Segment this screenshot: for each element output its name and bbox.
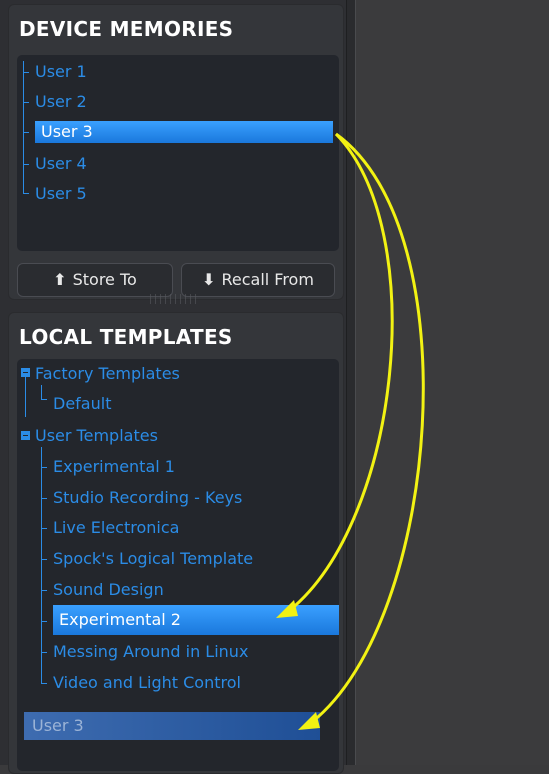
template-experimental-1[interactable]: Experimental 1 [53, 456, 175, 478]
template-sound-design[interactable]: Sound Design [53, 579, 164, 601]
local-templates-list[interactable]: Factory Templates Default User Templates… [17, 359, 339, 771]
tree-branch [23, 193, 29, 194]
template-messing-around-linux[interactable]: Messing Around in Linux [53, 641, 248, 663]
factory-templates-group[interactable]: Factory Templates [35, 363, 180, 385]
local-templates-panel: LOCAL TEMPLATES Factory Templates Defaul… [8, 312, 344, 774]
local-templates-title: LOCAL TEMPLATES [19, 325, 233, 349]
pane-splitter[interactable] [346, 0, 356, 765]
tree-branch [23, 102, 29, 103]
tree-line [41, 385, 42, 399]
store-to-label: Store To [72, 270, 137, 289]
resize-grip[interactable] [150, 294, 196, 304]
memory-item-user-4[interactable]: User 4 [35, 153, 87, 175]
template-live-electronica[interactable]: Live Electronica [53, 517, 179, 539]
recall-from-button[interactable]: ⬇ Recall From [181, 263, 335, 297]
template-video-light-control[interactable]: Video and Light Control [53, 672, 241, 694]
tree-branch [23, 164, 29, 165]
tree-line [41, 447, 42, 683]
right-pane [356, 0, 549, 765]
template-studio-recording[interactable]: Studio Recording - Keys [53, 487, 242, 509]
arrow-down-icon: ⬇ [202, 270, 216, 289]
arrow-up-icon: ⬆ [53, 270, 67, 289]
tree-branch [41, 590, 47, 591]
collapse-icon[interactable] [21, 368, 30, 377]
tree-branch [23, 72, 29, 73]
memory-item-user-2[interactable]: User 2 [35, 91, 87, 113]
tree-branch [41, 528, 47, 529]
tree-branch [41, 559, 47, 560]
tree-branch [41, 621, 47, 622]
collapse-icon[interactable] [21, 431, 30, 440]
store-to-button[interactable]: ⬆ Store To [17, 263, 173, 297]
tree-line [23, 61, 24, 193]
recall-from-label: Recall From [221, 270, 314, 289]
memory-item-user-1[interactable]: User 1 [35, 61, 87, 83]
tree-branch [41, 652, 47, 653]
tree-branch [41, 498, 47, 499]
template-spocks-logical[interactable]: Spock's Logical Template [53, 548, 253, 570]
tree-branch [41, 683, 47, 684]
user-templates-group[interactable]: User Templates [35, 425, 158, 447]
template-experimental-2[interactable]: Experimental 2 [53, 605, 339, 635]
template-default[interactable]: Default [53, 393, 111, 415]
tree-branch [23, 132, 29, 133]
memory-item-user-5[interactable]: User 5 [35, 183, 87, 205]
memory-item-user-3[interactable]: User 3 [35, 121, 333, 143]
drag-preview-item[interactable]: User 3 [24, 712, 320, 740]
device-memories-list[interactable]: User 1 User 2 User 3 User 4 User 5 [17, 55, 339, 251]
device-memories-panel: DEVICE MEMORIES User 1 User 2 User 3 Use… [8, 4, 344, 300]
tree-branch [41, 467, 47, 468]
tree-branch [41, 399, 47, 400]
tree-line [25, 377, 26, 417]
device-memories-title: DEVICE MEMORIES [19, 17, 234, 41]
left-pane: DEVICE MEMORIES User 1 User 2 User 3 Use… [0, 0, 346, 774]
